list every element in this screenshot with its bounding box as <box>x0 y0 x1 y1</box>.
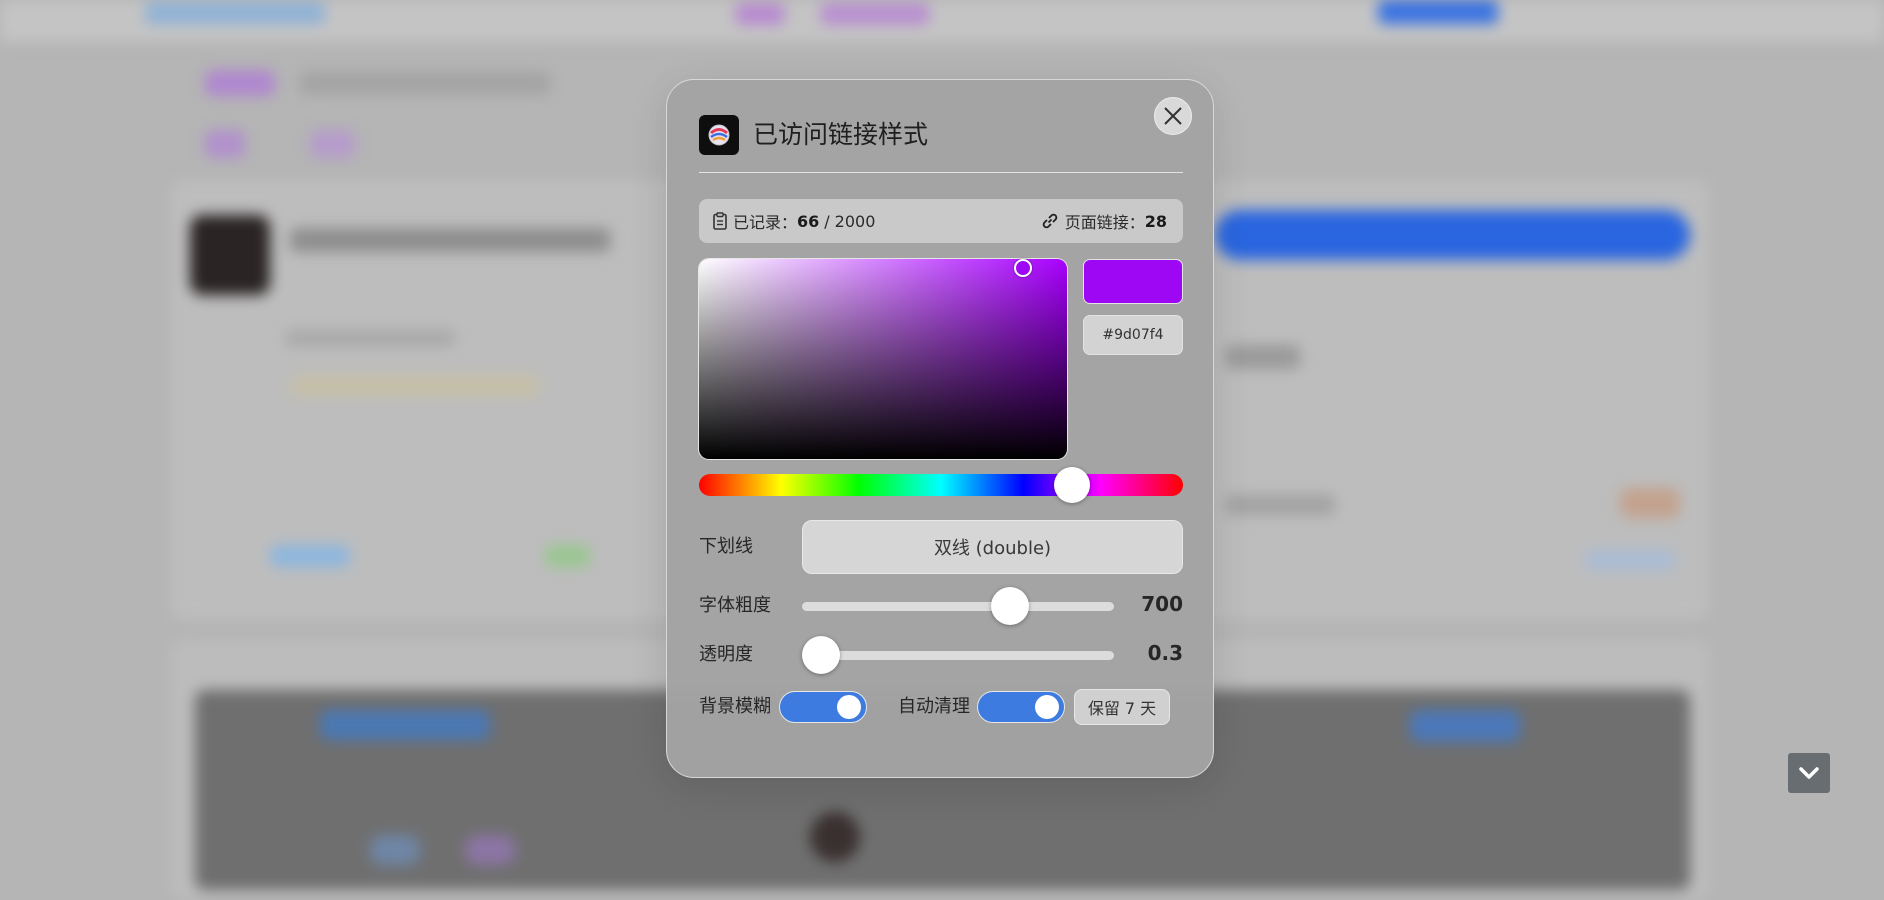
recorded-stat: 已记录： 66 / 2000 <box>713 209 875 233</box>
page-links-count: 28 <box>1144 211 1167 231</box>
opacity-value: 0.3 <box>1147 641 1183 665</box>
opacity-slider[interactable] <box>802 651 1114 660</box>
font-weight-label: 字体粗度 <box>699 595 771 616</box>
dialog-title: 已访问链接样式 <box>753 120 929 149</box>
font-weight-slider-thumb[interactable] <box>991 587 1030 625</box>
colorful-sticker-icon <box>699 115 739 155</box>
page-links-stat: 页面链接： 28 <box>1041 209 1167 233</box>
font-weight-value: 700 <box>1141 592 1183 616</box>
link-icon <box>1041 212 1059 230</box>
title-divider <box>699 172 1183 173</box>
auto-clean-label: 自动清理 <box>898 696 970 717</box>
background-blur-toggle[interactable] <box>779 691 867 723</box>
opacity-slider-thumb[interactable] <box>802 636 840 674</box>
underline-style-select[interactable]: 双线 (double) <box>802 520 1183 574</box>
hex-color-input[interactable] <box>1083 315 1183 355</box>
hue-slider[interactable] <box>699 474 1183 496</box>
visited-link-style-dialog: 已访问链接样式 已记录： 66 / 2000 页面链接： 28 #9d07f4 … <box>666 79 1214 778</box>
recorded-max: 2000 <box>834 211 876 231</box>
font-weight-slider[interactable] <box>802 602 1114 611</box>
hue-slider-thumb[interactable] <box>1054 467 1090 503</box>
recorded-label: 已记录： <box>733 213 798 232</box>
auto-clean-toggle[interactable] <box>977 691 1065 723</box>
recorded-separator: / <box>824 211 830 231</box>
saturation-brightness-cursor[interactable] <box>1014 259 1032 277</box>
underline-label: 下划线 <box>699 536 753 557</box>
recorded-count: 66 <box>797 211 820 231</box>
opacity-label: 透明度 <box>699 644 753 665</box>
stats-bar: 已记录： 66 / 2000 页面链接： 28 <box>699 199 1183 243</box>
scroll-down-button[interactable] <box>1788 753 1830 793</box>
page-links-label: 页面链接： <box>1064 213 1145 232</box>
keep-days-button[interactable]: 保留 7 天 <box>1074 689 1170 725</box>
chevron-down-icon <box>1799 767 1819 779</box>
close-button[interactable] <box>1154 97 1192 135</box>
color-preview-swatch <box>1083 259 1183 304</box>
clipboard-icon <box>713 212 727 230</box>
close-icon <box>1164 107 1182 125</box>
background-blur-label: 背景模糊 <box>699 696 771 717</box>
saturation-brightness-picker[interactable] <box>699 259 1067 459</box>
